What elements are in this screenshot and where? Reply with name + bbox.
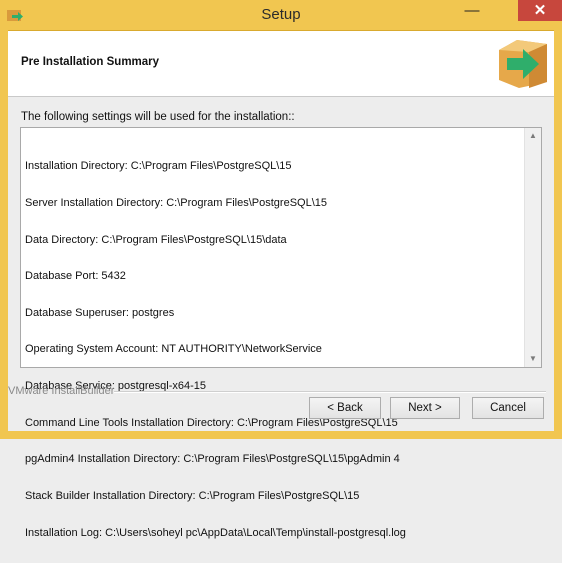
summary-line: Stack Builder Installation Directory: C:… bbox=[25, 489, 360, 502]
summary-line: Database Superuser: postgres bbox=[25, 306, 175, 319]
summary-line: Server Installation Directory: C:\Progra… bbox=[25, 197, 328, 210]
scroll-down-arrow-icon[interactable]: ▼ bbox=[525, 351, 541, 367]
wizard-header: Pre Installation Summary bbox=[8, 31, 554, 97]
close-button[interactable]: ✕ bbox=[518, 0, 562, 21]
footer-divider bbox=[114, 391, 546, 393]
installer-box-arrow-icon bbox=[499, 40, 547, 88]
title-bar[interactable]: Setup — ✕ bbox=[0, 0, 562, 31]
summary-textbox[interactable]: Installation Directory: C:\Program Files… bbox=[20, 127, 542, 539]
summary-line: Data Directory: C:\Program Files\Postgre… bbox=[25, 233, 287, 246]
next-button[interactable]: Next > bbox=[390, 397, 460, 419]
intro-text: The following settings will be used for … bbox=[21, 111, 295, 123]
summary-line: pgAdmin4 Installation Directory: C:\Prog… bbox=[25, 453, 400, 466]
window-border-bottom bbox=[0, 431, 562, 439]
summary-line: Installation Log: C:\Users\soheyl pc\App… bbox=[25, 526, 406, 539]
scroll-up-arrow-icon[interactable]: ▲ bbox=[525, 128, 541, 144]
cancel-button[interactable]: Cancel bbox=[472, 397, 544, 419]
summary-line: Installation Directory: C:\Program Files… bbox=[25, 160, 292, 173]
vendor-label: VMware InstallBuilder bbox=[8, 385, 115, 397]
summary-line: Operating System Account: NT AUTHORITY\N… bbox=[25, 343, 322, 356]
vertical-scrollbar[interactable]: ▲ ▼ bbox=[524, 128, 541, 367]
minimize-button[interactable]: — bbox=[459, 3, 485, 24]
page-title: Pre Installation Summary bbox=[21, 56, 160, 68]
window-border-right bbox=[554, 30, 562, 439]
summary-lines: Installation Directory: C:\Program Files… bbox=[25, 136, 523, 563]
back-button[interactable]: < Back bbox=[309, 397, 381, 419]
summary-line: Database Port: 5432 bbox=[25, 270, 126, 283]
window-border-left bbox=[0, 30, 8, 439]
